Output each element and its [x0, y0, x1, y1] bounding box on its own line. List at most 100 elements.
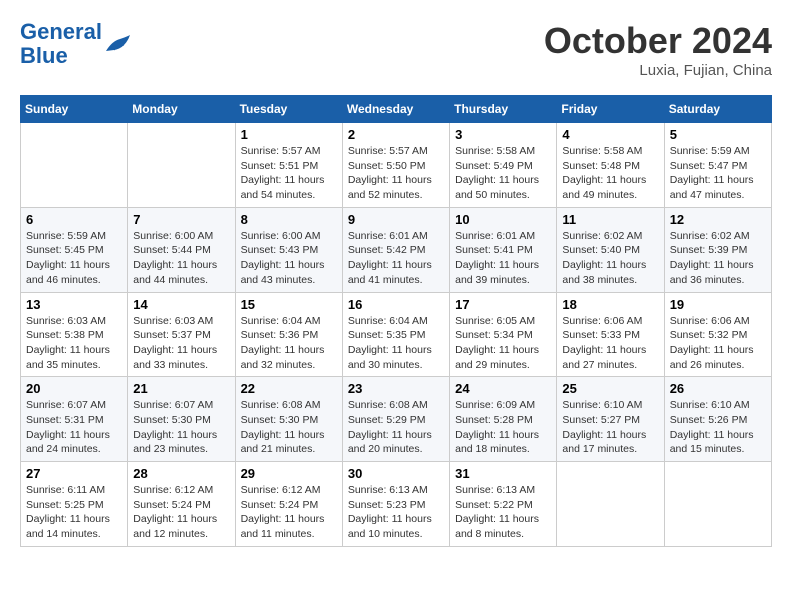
day-info: Sunrise: 6:07 AM Sunset: 5:31 PM Dayligh…: [26, 398, 122, 457]
day-number: 25: [562, 381, 658, 396]
day-info: Sunrise: 5:57 AM Sunset: 5:50 PM Dayligh…: [348, 144, 444, 203]
day-number: 7: [133, 212, 229, 227]
day-number: 4: [562, 127, 658, 142]
day-info: Sunrise: 5:58 AM Sunset: 5:49 PM Dayligh…: [455, 144, 551, 203]
calendar-cell: 23 Sunrise: 6:08 AM Sunset: 5:29 PM Dayli…: [342, 377, 449, 462]
calendar-cell: [664, 462, 771, 547]
day-info: Sunrise: 6:00 AM Sunset: 5:44 PM Dayligh…: [133, 229, 229, 288]
calendar-cell: 27Sunrise: 6:11 AM Sunset: 5:25 PM Dayli…: [21, 462, 128, 547]
calendar-cell: 2 Sunrise: 5:57 AM Sunset: 5:50 PM Daylig…: [342, 123, 449, 208]
day-info: Sunrise: 6:11 AM Sunset: 5:25 PM Dayligh…: [26, 483, 122, 542]
day-info: Sunrise: 6:04 AM Sunset: 5:36 PM Dayligh…: [241, 314, 337, 373]
day-number: 17: [455, 297, 551, 312]
day-number: 26: [670, 381, 766, 396]
calendar-header: SundayMondayTuesdayWednesdayThursdayFrid…: [21, 96, 772, 123]
calendar-cell: 11Sunrise: 6:02 AM Sunset: 5:40 PM Dayli…: [557, 207, 664, 292]
day-number: 29: [241, 466, 337, 481]
week-row-5: 27Sunrise: 6:11 AM Sunset: 5:25 PM Dayli…: [21, 462, 772, 547]
day-number: 21: [133, 381, 229, 396]
day-number: 2: [348, 127, 444, 142]
logo: GeneralBlue: [20, 20, 132, 68]
header-cell-tuesday: Tuesday: [235, 96, 342, 123]
day-info: Sunrise: 6:03 AM Sunset: 5:37 PM Dayligh…: [133, 314, 229, 373]
calendar-cell: 7 Sunrise: 6:00 AM Sunset: 5:44 PM Daylig…: [128, 207, 235, 292]
day-number: 13: [26, 297, 122, 312]
calendar-cell: 9Sunrise: 6:01 AM Sunset: 5:42 PM Daylig…: [342, 207, 449, 292]
day-info: Sunrise: 6:08 AM Sunset: 5:29 PM Dayligh…: [348, 398, 444, 457]
day-number: 30: [348, 466, 444, 481]
day-info: Sunrise: 6:02 AM Sunset: 5:40 PM Dayligh…: [562, 229, 658, 288]
day-number: 12: [670, 212, 766, 227]
calendar-cell: 17 Sunrise: 6:05 AM Sunset: 5:34 PM Dayli…: [450, 292, 557, 377]
day-info: Sunrise: 6:04 AM Sunset: 5:35 PM Dayligh…: [348, 314, 444, 373]
day-info: Sunrise: 6:07 AM Sunset: 5:30 PM Dayligh…: [133, 398, 229, 457]
calendar-cell: 30Sunrise: 6:13 AM Sunset: 5:23 PM Dayli…: [342, 462, 449, 547]
day-info: Sunrise: 6:09 AM Sunset: 5:28 PM Dayligh…: [455, 398, 551, 457]
page-header: GeneralBlue October 2024 Luxia, Fujian, …: [20, 20, 772, 79]
day-info: Sunrise: 6:05 AM Sunset: 5:34 PM Dayligh…: [455, 314, 551, 373]
calendar-table: SundayMondayTuesdayWednesdayThursdayFrid…: [20, 95, 772, 547]
calendar-cell: 1 Sunrise: 5:57 AM Sunset: 5:51 PM Daylig…: [235, 123, 342, 208]
day-number: 23: [348, 381, 444, 396]
day-info: Sunrise: 6:03 AM Sunset: 5:38 PM Dayligh…: [26, 314, 122, 373]
day-info: Sunrise: 5:59 AM Sunset: 5:45 PM Dayligh…: [26, 229, 122, 288]
header-cell-wednesday: Wednesday: [342, 96, 449, 123]
calendar-cell: 14Sunrise: 6:03 AM Sunset: 5:37 PM Dayli…: [128, 292, 235, 377]
header-cell-saturday: Saturday: [664, 96, 771, 123]
calendar-cell: [21, 123, 128, 208]
calendar-cell: 18 Sunrise: 6:06 AM Sunset: 5:33 PM Dayli…: [557, 292, 664, 377]
calendar-cell: 25 Sunrise: 6:10 AM Sunset: 5:27 PM Dayli…: [557, 377, 664, 462]
day-info: Sunrise: 6:06 AM Sunset: 5:33 PM Dayligh…: [562, 314, 658, 373]
day-number: 15: [241, 297, 337, 312]
title-block: October 2024 Luxia, Fujian, China: [544, 20, 772, 79]
calendar-cell: 13 Sunrise: 6:03 AM Sunset: 5:38 PM Dayli…: [21, 292, 128, 377]
day-number: 9: [348, 212, 444, 227]
day-info: Sunrise: 6:12 AM Sunset: 5:24 PM Dayligh…: [241, 483, 337, 542]
calendar-cell: 31Sunrise: 6:13 AM Sunset: 5:22 PM Dayli…: [450, 462, 557, 547]
day-number: 19: [670, 297, 766, 312]
calendar-cell: 22Sunrise: 6:08 AM Sunset: 5:30 PM Dayli…: [235, 377, 342, 462]
day-info: Sunrise: 6:10 AM Sunset: 5:27 PM Dayligh…: [562, 398, 658, 457]
calendar-cell: 8 Sunrise: 6:00 AM Sunset: 5:43 PM Daylig…: [235, 207, 342, 292]
calendar-cell: 12Sunrise: 6:02 AM Sunset: 5:39 PM Dayli…: [664, 207, 771, 292]
calendar-cell: 16Sunrise: 6:04 AM Sunset: 5:35 PM Dayli…: [342, 292, 449, 377]
calendar-cell: 15 Sunrise: 6:04 AM Sunset: 5:36 PM Dayli…: [235, 292, 342, 377]
header-cell-sunday: Sunday: [21, 96, 128, 123]
day-info: Sunrise: 5:57 AM Sunset: 5:51 PM Dayligh…: [241, 144, 337, 203]
calendar-title: October 2024: [544, 20, 772, 62]
day-info: Sunrise: 6:12 AM Sunset: 5:24 PM Dayligh…: [133, 483, 229, 542]
calendar-cell: 19 Sunrise: 6:06 AM Sunset: 5:32 PM Dayli…: [664, 292, 771, 377]
calendar-location: Luxia, Fujian, China: [544, 62, 772, 79]
calendar-cell: 24 Sunrise: 6:09 AM Sunset: 5:28 PM Dayli…: [450, 377, 557, 462]
day-number: 28: [133, 466, 229, 481]
day-info: Sunrise: 6:10 AM Sunset: 5:26 PM Dayligh…: [670, 398, 766, 457]
day-info: Sunrise: 6:00 AM Sunset: 5:43 PM Dayligh…: [241, 229, 337, 288]
header-cell-friday: Friday: [557, 96, 664, 123]
day-info: Sunrise: 5:59 AM Sunset: 5:47 PM Dayligh…: [670, 144, 766, 203]
logo-text: GeneralBlue: [20, 20, 102, 68]
calendar-cell: [557, 462, 664, 547]
calendar-cell: [128, 123, 235, 208]
day-number: 8: [241, 212, 337, 227]
header-row: SundayMondayTuesdayWednesdayThursdayFrid…: [21, 96, 772, 123]
calendar-cell: 29 Sunrise: 6:12 AM Sunset: 5:24 PM Dayli…: [235, 462, 342, 547]
day-number: 31: [455, 466, 551, 481]
week-row-4: 20 Sunrise: 6:07 AM Sunset: 5:31 PM Dayli…: [21, 377, 772, 462]
day-number: 5: [670, 127, 766, 142]
week-row-3: 13 Sunrise: 6:03 AM Sunset: 5:38 PM Dayli…: [21, 292, 772, 377]
header-cell-thursday: Thursday: [450, 96, 557, 123]
day-number: 20: [26, 381, 122, 396]
day-number: 6: [26, 212, 122, 227]
calendar-cell: 21 Sunrise: 6:07 AM Sunset: 5:30 PM Dayli…: [128, 377, 235, 462]
calendar-cell: 4Sunrise: 5:58 AM Sunset: 5:48 PM Daylig…: [557, 123, 664, 208]
day-number: 22: [241, 381, 337, 396]
day-number: 3: [455, 127, 551, 142]
week-row-2: 6 Sunrise: 5:59 AM Sunset: 5:45 PM Daylig…: [21, 207, 772, 292]
day-number: 18: [562, 297, 658, 312]
day-info: Sunrise: 6:01 AM Sunset: 5:41 PM Dayligh…: [455, 229, 551, 288]
day-number: 10: [455, 212, 551, 227]
day-number: 1: [241, 127, 337, 142]
day-number: 24: [455, 381, 551, 396]
day-info: Sunrise: 6:06 AM Sunset: 5:32 PM Dayligh…: [670, 314, 766, 373]
calendar-cell: 26 Sunrise: 6:10 AM Sunset: 5:26 PM Dayli…: [664, 377, 771, 462]
